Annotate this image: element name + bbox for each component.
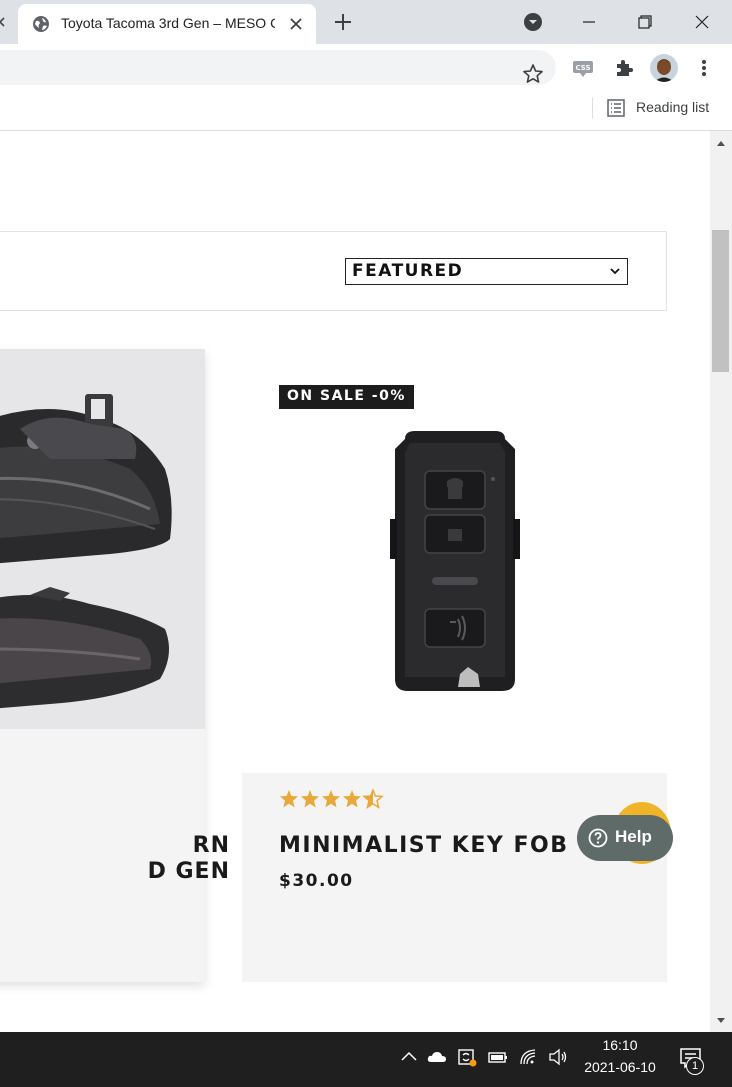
window-close-icon[interactable] bbox=[688, 8, 716, 36]
battery-icon[interactable] bbox=[487, 1046, 509, 1068]
user-avatar-icon bbox=[650, 54, 678, 82]
key-fob-photo[interactable]: ON SALE -0% bbox=[242, 349, 667, 773]
browser-toolbar: CSS bbox=[0, 44, 732, 91]
product-title[interactable]: RN D GEN bbox=[0, 833, 230, 885]
onedrive-cloud-icon[interactable] bbox=[426, 1046, 448, 1068]
reading-list-label[interactable]: Reading list bbox=[636, 99, 709, 115]
menu-kebab-icon[interactable] bbox=[694, 56, 714, 80]
scroll-up-arrow-icon[interactable] bbox=[716, 139, 726, 147]
bookmarks-bar: Reading list bbox=[0, 91, 732, 131]
page-viewport: FEATURED RN D GEN ON SALE -0% MINIMALIST… bbox=[0, 131, 710, 1032]
clock-time[interactable]: 16:10 bbox=[598, 1037, 642, 1053]
bookmarks-separator bbox=[592, 98, 593, 118]
globe-icon bbox=[33, 16, 49, 32]
star-icon bbox=[280, 790, 298, 808]
profile-avatar[interactable] bbox=[650, 54, 678, 82]
product-card[interactable]: ON SALE -0% MINIMALIST KEY FOB $30.00 bbox=[242, 349, 667, 982]
tab-search-icon[interactable] bbox=[522, 11, 544, 33]
product-price: $30.00 bbox=[279, 871, 354, 891]
chevron-up-icon[interactable] bbox=[398, 1046, 420, 1068]
tab-title: Toyota Tacoma 3rd Gen – MESO Customs bbox=[61, 15, 275, 31]
question-circle-icon bbox=[588, 828, 608, 848]
product-title[interactable]: MINIMALIST KEY FOB bbox=[279, 833, 568, 858]
product-image bbox=[0, 349, 205, 729]
extensions-puzzle-icon[interactable] bbox=[612, 56, 636, 80]
chevron-down-icon bbox=[610, 268, 620, 275]
product-card[interactable]: RN D GEN bbox=[0, 349, 229, 982]
volume-icon[interactable] bbox=[547, 1046, 569, 1068]
wifi-icon[interactable] bbox=[518, 1046, 540, 1068]
previous-tab-edge[interactable] bbox=[0, 8, 18, 44]
star-rating bbox=[280, 789, 384, 809]
notification-count-badge: 1 bbox=[686, 1057, 704, 1075]
address-bar[interactable] bbox=[0, 50, 556, 85]
sort-dropdown[interactable]: FEATURED bbox=[345, 258, 628, 285]
star-icon bbox=[301, 790, 319, 808]
tab-strip: Toyota Tacoma 3rd Gen – MESO Customs bbox=[0, 0, 732, 44]
reading-list-icon[interactable] bbox=[606, 98, 626, 118]
active-tab[interactable]: Toyota Tacoma 3rd Gen – MESO Customs bbox=[18, 4, 316, 44]
half-star-icon bbox=[362, 789, 384, 809]
clock-date[interactable]: 2021-06-10 bbox=[578, 1059, 662, 1075]
product-image bbox=[390, 431, 520, 691]
scrollbar-thumb[interactable] bbox=[712, 230, 729, 372]
sale-badge: ON SALE -0% bbox=[279, 385, 414, 409]
mirror-turn-signal-photo[interactable] bbox=[0, 349, 205, 729]
help-button[interactable]: Help bbox=[577, 815, 673, 861]
bookmark-star-icon[interactable] bbox=[522, 63, 544, 85]
sort-toolbar: FEATURED bbox=[0, 231, 667, 311]
restore-icon[interactable] bbox=[631, 8, 659, 36]
star-icon bbox=[322, 790, 340, 808]
star-icon bbox=[343, 790, 361, 808]
tab-close-icon[interactable] bbox=[286, 14, 306, 34]
help-label: Help bbox=[615, 827, 652, 846]
svg-text:CSS: CSS bbox=[575, 64, 590, 72]
vertical-scrollbar[interactable] bbox=[710, 131, 732, 1032]
new-tab-plus-icon[interactable] bbox=[331, 10, 355, 34]
sync-status-icon[interactable] bbox=[456, 1046, 478, 1068]
product-title-line: RN bbox=[192, 833, 230, 858]
sort-selected-value: FEATURED bbox=[352, 261, 464, 281]
product-info: MINIMALIST KEY FOB $30.00 bbox=[242, 773, 667, 982]
windows-taskbar: 16:10 2021-06-10 1 bbox=[0, 1032, 732, 1087]
scroll-down-arrow-icon[interactable] bbox=[716, 1017, 726, 1025]
product-title-line: D GEN bbox=[147, 859, 230, 884]
close-icon bbox=[0, 17, 5, 27]
css-extension-icon[interactable]: CSS bbox=[571, 56, 595, 80]
minimize-icon[interactable] bbox=[575, 8, 603, 36]
